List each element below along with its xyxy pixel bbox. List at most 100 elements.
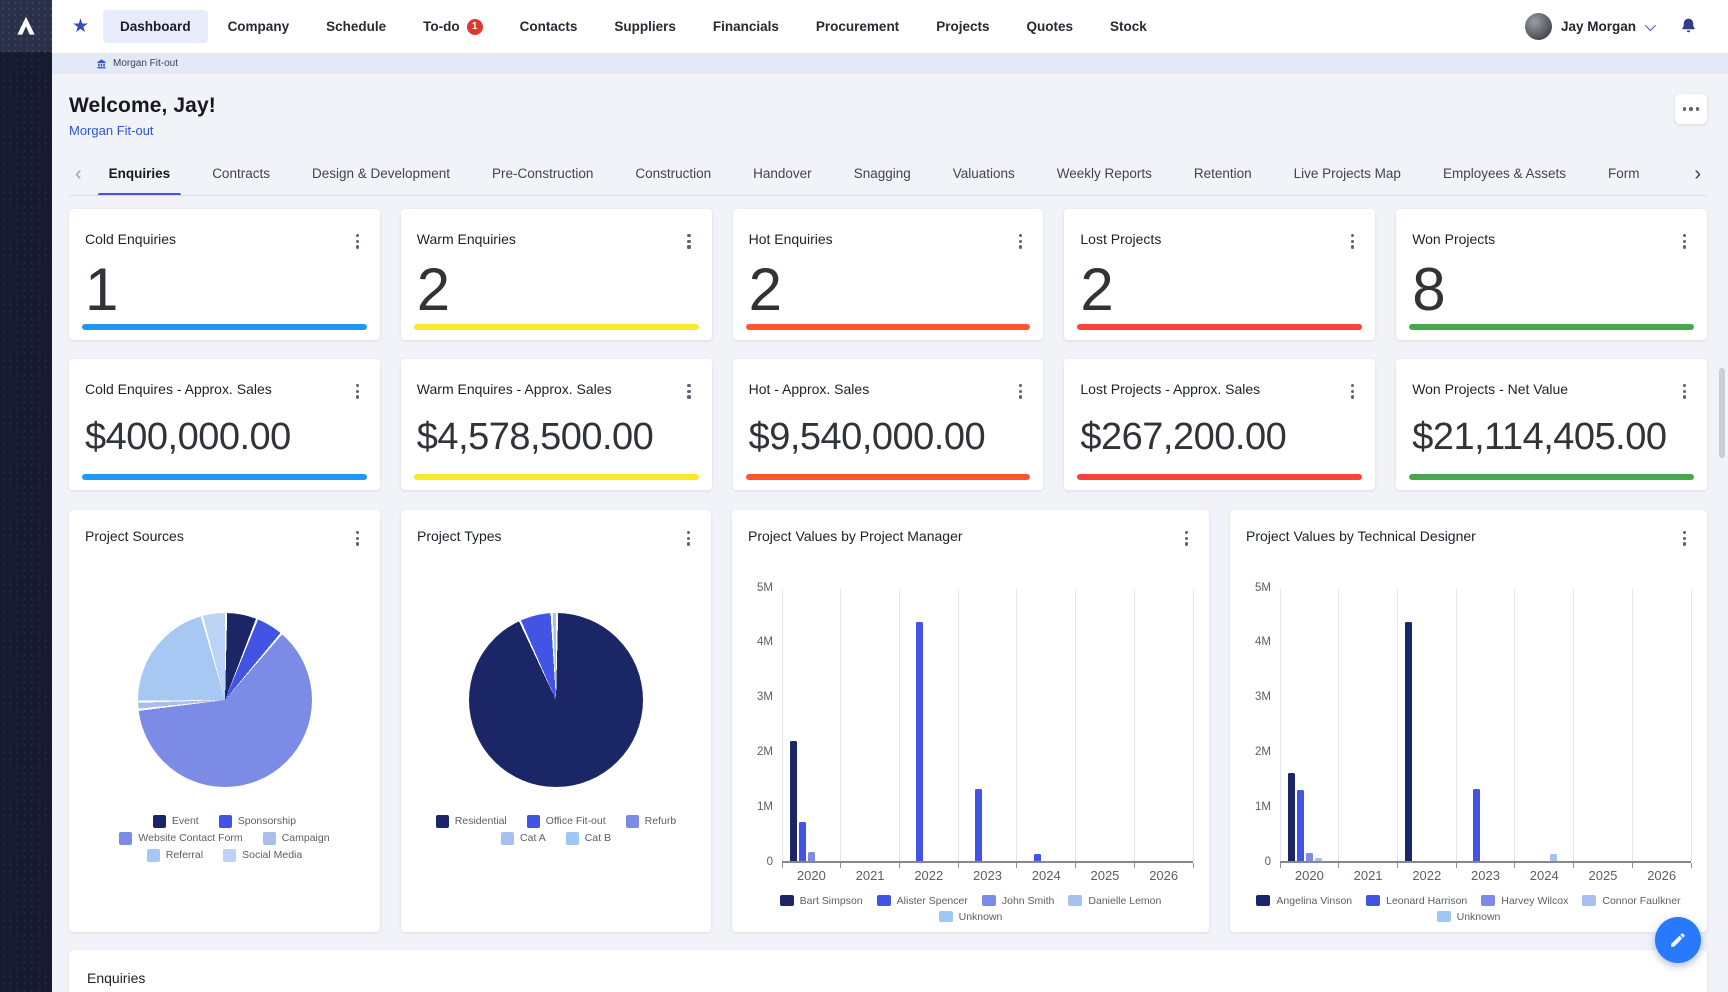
nav-tab-to-do[interactable]: To-do1 — [406, 10, 499, 44]
kebab-menu-icon[interactable] — [1180, 528, 1193, 549]
kebab-menu-icon[interactable] — [682, 528, 695, 549]
x-axis-label: 2026 — [1134, 868, 1193, 883]
favorite-star-icon[interactable]: ★ — [72, 17, 89, 36]
legend-item-residential[interactable]: Residential — [436, 815, 507, 828]
tab-design-development[interactable]: Design & Development — [291, 152, 471, 195]
nav-tab-projects[interactable]: Projects — [919, 10, 1006, 43]
kebab-menu-icon[interactable] — [1678, 381, 1691, 402]
kebab-menu-icon[interactable] — [1678, 231, 1691, 252]
legend-item-alister-spencer[interactable]: Alister Spencer — [877, 895, 968, 907]
tab-retention[interactable]: Retention — [1173, 152, 1273, 195]
nav-tab-procurement[interactable]: Procurement — [799, 10, 916, 43]
tab-valuations[interactable]: Valuations — [932, 152, 1036, 195]
kebab-menu-icon[interactable] — [351, 231, 364, 252]
scrollbar-thumb[interactable] — [1719, 368, 1725, 458]
bar-leonard-harrison-2023 — [1473, 789, 1480, 860]
kebab-menu-icon[interactable] — [1346, 381, 1359, 402]
user-menu[interactable]: Jay Morgan — [1525, 13, 1653, 40]
legend-item-connor-faulkner[interactable]: Connor Faulkner — [1582, 895, 1680, 907]
kebab-menu-icon[interactable] — [1346, 231, 1359, 252]
nav-tab-quotes[interactable]: Quotes — [1009, 10, 1090, 43]
legend-item-sponsorship[interactable]: Sponsorship — [219, 815, 296, 828]
legend-label: Bart Simpson — [800, 895, 863, 907]
legend-item-cat-a[interactable]: Cat A — [501, 832, 546, 845]
legend-item-john-smith[interactable]: John Smith — [982, 895, 1055, 907]
card-title: Project Values by Technical Designer — [1246, 528, 1476, 544]
kpi-color-bar — [746, 474, 1031, 480]
legend-item-harvey-wilcox[interactable]: Harvey Wilcox — [1481, 895, 1568, 907]
legend-label: Unknown — [959, 911, 1003, 923]
charts-row: Project Sources EventSponsorshipWebsite … — [69, 510, 1707, 932]
legend-item-event[interactable]: Event — [153, 815, 199, 828]
legend-item-refurb[interactable]: Refurb — [626, 815, 677, 828]
tab-form[interactable]: Form — [1587, 152, 1661, 195]
tab-live-projects-map[interactable]: Live Projects Map — [1273, 152, 1422, 195]
tab-contracts[interactable]: Contracts — [191, 152, 291, 195]
legend-label: Campaign — [282, 832, 330, 844]
bar-alister-spencer-2020 — [799, 822, 806, 860]
tab-weekly-reports[interactable]: Weekly Reports — [1036, 152, 1173, 195]
legend-item-website-contact-form[interactable]: Website Contact Form — [119, 832, 242, 845]
app-logo[interactable] — [0, 0, 52, 52]
kpi-value: $267,200.00 — [1080, 418, 1359, 456]
tabs-scroll-left-icon[interactable]: ‹ — [69, 164, 88, 184]
legend-item-leonard-harrison[interactable]: Leonard Harrison — [1366, 895, 1467, 907]
section-tabstrip: ‹ EnquiriesContractsDesign & Development… — [69, 152, 1707, 196]
tab-employees-assets[interactable]: Employees & Assets — [1422, 152, 1587, 195]
kebab-menu-icon[interactable] — [351, 528, 364, 549]
legend-swatch — [982, 895, 996, 906]
kebab-menu-icon[interactable] — [682, 231, 695, 252]
values-by-project-manager-legend: Bart Simpson Alister Spencer John Smith Dan… — [756, 895, 1186, 923]
kebab-menu-icon[interactable] — [682, 381, 695, 402]
nav-tab-schedule[interactable]: Schedule — [309, 10, 403, 43]
tab-pre-construction[interactable]: Pre-Construction — [471, 152, 614, 195]
kebab-menu-icon[interactable] — [351, 381, 364, 402]
project-link[interactable]: Morgan Fit-out — [69, 123, 154, 138]
notifications-bell-icon[interactable] — [1679, 17, 1698, 36]
kebab-menu-icon[interactable] — [1678, 528, 1691, 549]
tab-handover[interactable]: Handover — [732, 152, 833, 195]
legend-item-unknown[interactable]: Unknown — [1437, 911, 1501, 923]
legend-item-unknown[interactable]: Unknown — [939, 911, 1003, 923]
nav-tab-contacts[interactable]: Contacts — [503, 10, 595, 43]
legend-item-bart-simpson[interactable]: Bart Simpson — [780, 895, 863, 907]
kpi-card-lost-projects: Lost Projects2 — [1064, 209, 1375, 340]
header-more-button[interactable] — [1675, 94, 1707, 124]
legend-label: Sponsorship — [238, 815, 296, 827]
tab-enquiries[interactable]: Enquiries — [88, 152, 192, 195]
kpi-value: 8 — [1412, 260, 1691, 320]
legend-label: Refurb — [645, 815, 677, 827]
project-sources-pie-chart — [138, 613, 312, 787]
kpi-value: $400,000.00 — [85, 418, 364, 456]
kebab-menu-icon[interactable] — [1014, 231, 1027, 252]
bar-bart-simpson-2020 — [790, 741, 797, 860]
nav-tab-company[interactable]: Company — [211, 10, 307, 43]
nav-tab-suppliers[interactable]: Suppliers — [597, 10, 693, 43]
legend-swatch — [780, 895, 794, 906]
legend-item-campaign[interactable]: Campaign — [263, 832, 330, 845]
nav-tab-financials[interactable]: Financials — [696, 10, 796, 43]
kpi-value: 2 — [417, 260, 696, 320]
kpi-value: 2 — [749, 260, 1028, 320]
edit-fab[interactable] — [1655, 917, 1701, 963]
legend-item-angelina-vinson[interactable]: Angelina Vinson — [1256, 895, 1352, 907]
project-sources-legend: Event Sponsorship Website Contact Form Camp… — [94, 815, 356, 862]
y-axis-label: 2M — [757, 746, 773, 758]
legend-item-referral[interactable]: Referral — [147, 849, 203, 862]
nav-tab-dashboard[interactable]: Dashboard — [103, 10, 208, 43]
breadcrumb-project-link[interactable]: Morgan Fit-out — [113, 58, 178, 69]
kpi-card-cold-enquiries: Cold Enquiries1 — [69, 209, 380, 340]
y-axis-label: 4M — [757, 636, 773, 648]
user-name: Jay Morgan — [1561, 19, 1636, 34]
tabs-scroll-right-icon[interactable]: › — [1688, 164, 1707, 184]
tab-construction[interactable]: Construction — [614, 152, 732, 195]
legend-item-danielle-lemon[interactable]: Danielle Lemon — [1068, 895, 1161, 907]
legend-item-office-fit-out[interactable]: Office Fit-out — [527, 815, 606, 828]
legend-label: Danielle Lemon — [1088, 895, 1161, 907]
legend-item-cat-b[interactable]: Cat B — [566, 832, 611, 845]
nav-tab-stock[interactable]: Stock — [1093, 10, 1164, 43]
legend-item-social-media[interactable]: Social Media — [223, 849, 302, 862]
tab-snagging[interactable]: Snagging — [833, 152, 932, 195]
project-types-card: Project Types ResidentialOffice Fit-outR… — [401, 510, 711, 932]
kebab-menu-icon[interactable] — [1014, 381, 1027, 402]
